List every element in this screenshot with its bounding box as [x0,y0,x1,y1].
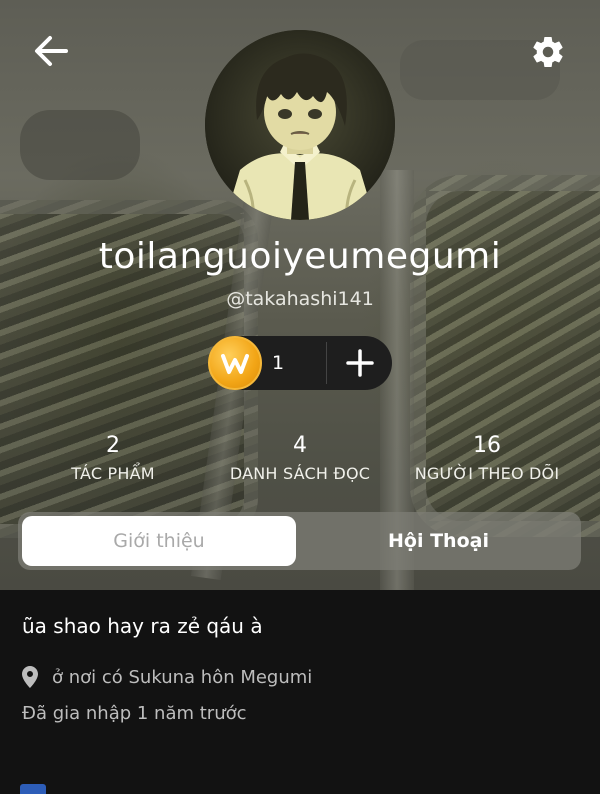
stat-value: 4 [293,433,307,458]
tab-about[interactable]: Giới thiệu [22,516,296,566]
stat-reading-lists[interactable]: 4 DANH SÁCH ĐỌC [200,432,400,483]
stat-works[interactable]: 2 TÁC PHẨM [13,432,213,483]
location-text: ở nơi có Sukuna hôn Megumi [52,666,313,688]
username-handle: @takahashi141 [226,288,374,310]
stat-label: DANH SÁCH ĐỌC [229,464,371,483]
divider [326,342,327,384]
tab-conversations[interactable]: Hội Thoại [300,516,577,566]
profile-header: toilanguoiyeumegumi @takahashi141 1 2 TÁ… [0,0,600,590]
stat-followers[interactable]: 16 NGƯỜI THEO DÕI [387,432,587,483]
about-section: ũa shao hay ra zẻ qáu à ở nơi có Sukuna … [0,590,600,794]
arrow-left-icon [35,36,68,66]
stat-value: 16 [473,433,501,458]
location-row: ở nơi có Sukuna hôn Megumi [22,662,312,692]
settings-button[interactable] [526,30,570,74]
bio-text: ũa shao hay ra zẻ qáu à [22,614,263,638]
display-name: toilanguoiyeumegumi [98,236,502,277]
avatar[interactable] [205,30,395,220]
background-decoration [20,110,140,180]
avatar-illustration [205,30,395,220]
coin-icon [208,336,262,390]
add-coins-button[interactable] [328,336,392,390]
profile-stats: 2 TÁC PHẨM 4 DANH SÁCH ĐỌC 16 NGƯỜI THEO… [0,432,600,492]
profile-tabs: Giới thiệu Hội Thoại [18,512,581,570]
stat-value: 2 [106,433,120,458]
joined-date: Đã gia nhập 1 năm trước [22,703,247,724]
coin-count: 1 [272,352,285,374]
back-button[interactable] [30,30,72,72]
map-pin-icon [22,666,38,688]
partial-icon [20,784,46,794]
coin-balance: 1 [208,336,392,390]
stat-label: NGƯỜI THEO DÕI [414,464,560,483]
stat-label: TÁC PHẨM [71,464,155,483]
plus-icon [346,349,374,377]
gear-icon [533,37,563,67]
